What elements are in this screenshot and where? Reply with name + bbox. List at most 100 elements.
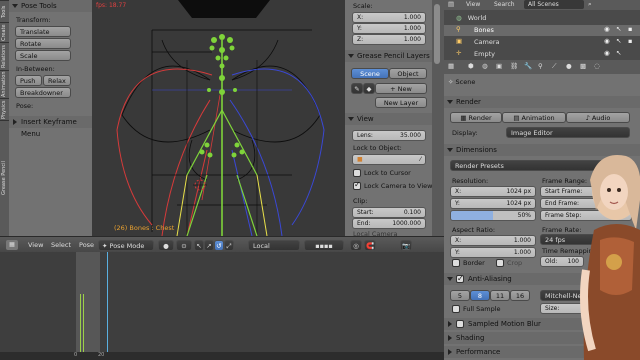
gp-datablock-icon[interactable]: ◆ [363,83,375,94]
new-layer-button[interactable]: New Layer [375,97,427,108]
eye-icon[interactable]: ◉ [604,25,610,33]
modifiers-tab-icon[interactable]: 🔧 [524,62,532,70]
view-header[interactable]: View [345,113,432,125]
render-panel-header[interactable]: Render [444,96,640,108]
object-toggle[interactable]: Object [389,68,427,79]
tab-grease-pencil[interactable]: Grease Pencil [0,120,9,236]
audio-button[interactable]: ♪ Audio [566,112,630,123]
eyedropper-icon[interactable]: ⁄ [420,155,421,164]
insert-keyframe-header[interactable]: Insert Keyframe Menu [9,116,92,138]
object-tab-icon[interactable]: ▣ [496,62,502,70]
menu-view[interactable]: View [28,241,43,249]
texture-tab-icon[interactable]: ▩ [580,62,586,70]
data-tab-icon[interactable]: ⚲ [538,62,543,70]
resolution-x-field[interactable]: X: 1024 px [450,186,536,197]
cursor-select-icon[interactable]: ↖ [616,25,621,33]
editor-type-icon[interactable]: ▦ [6,240,18,250]
layers-icon[interactable]: ▪▪▪▪ [304,240,344,251]
current-frame-line[interactable] [107,252,108,356]
lock-camera-checkbox[interactable] [353,180,361,190]
camera-render-icon[interactable]: ▪ [628,37,632,45]
material-tab-icon[interactable]: ● [566,62,572,70]
relax-button[interactable]: Relax [43,75,71,86]
outliner-menu-search[interactable]: Search [494,1,515,8]
scene-toggle[interactable]: Scene [351,68,389,79]
lock-cursor-checkbox[interactable] [353,169,361,177]
resolution-percentage-field[interactable]: 50% [450,210,536,221]
3d-viewport[interactable]: fps: 18.77 (26) Bones : Chest [92,0,345,236]
eye-icon[interactable]: ◉ [604,49,610,57]
crop-checkbox[interactable] [496,259,504,267]
aa-samples-16[interactable]: 16 [510,290,530,301]
rotate-manipulator-icon[interactable]: ↺ [214,240,224,251]
physics-tab-icon[interactable]: ◌ [594,62,600,70]
menu-select[interactable]: Select [51,241,71,249]
tab-tools[interactable]: Tools [0,0,9,22]
animation-button[interactable]: ▤ Animation [502,112,566,123]
outliner-search-icon[interactable]: ⌕ [588,0,592,9]
outliner-item-camera[interactable]: ▣ Camera ◉ ↖ ▪ [444,37,640,48]
breakdowner-button[interactable]: Breakdowner [15,87,71,98]
snap-icon[interactable]: 🧲 [364,240,376,251]
aa-samples-11[interactable]: 11 [490,290,510,301]
constraints-tab-icon[interactable]: ⛓ [510,62,518,70]
translate-button[interactable]: Translate [15,26,71,37]
clip-start-field[interactable]: Start: 0.100 [352,207,426,218]
full-sample-checkbox[interactable] [452,305,460,313]
frame-label: 0 [74,352,78,358]
render-button[interactable]: ▦ Render [450,112,502,123]
shading-select[interactable]: ● [158,240,174,251]
camera-render-icon[interactable]: ▪ [628,25,632,33]
outliner-item-bones[interactable]: ⚲ Bones ◉ ↖ ▪ [444,25,640,36]
display-mode-select[interactable]: All Scenes [524,0,584,9]
lock-object-field[interactable]: ■ ⁄ [352,154,426,165]
scale-manipulator-icon[interactable]: ⤢ [224,240,234,251]
cursor-select-icon[interactable]: ↖ [616,37,621,45]
outliner-editor-icon[interactable]: ▤ [448,0,454,8]
outliner-item-world[interactable]: ◍ World [456,14,640,24]
pose-tools-header[interactable]: Pose Tools [9,0,92,12]
push-button[interactable]: Push [15,75,42,86]
aa-samples-5[interactable]: 5 [450,290,470,301]
anti-aliasing-checkbox[interactable] [456,273,464,285]
outliner-menu-view[interactable]: View [466,1,480,8]
pivot-point-select[interactable]: ⊙ [176,240,192,251]
motion-blur-checkbox[interactable] [456,320,464,328]
cursor-select-icon[interactable]: ↖ [616,49,621,57]
timeline-area[interactable]: 0 20 [0,252,444,360]
tab-create[interactable]: Create [0,22,9,42]
scale-x-field[interactable]: X: 1.000 [352,12,426,23]
manipulator-toggle-icon[interactable]: ↖ [194,240,204,251]
border-checkbox[interactable] [452,259,460,267]
clip-end-field[interactable]: End: 1000.000 [352,218,426,229]
scale-button[interactable]: Scale [15,50,71,61]
scale-y-field[interactable]: Y: 1.000 [352,23,426,34]
scrollbar-thumb[interactable] [434,4,440,64]
tab-relations[interactable]: Relations [0,42,9,70]
aspect-y-field[interactable]: Y: 1.000 [450,247,536,258]
grease-pencil-header[interactable]: Grease Pencil Layers [345,50,432,62]
tab-physics[interactable]: Physics [0,98,9,120]
scene-tab-icon[interactable]: ⬢ [468,62,474,70]
render-preview-icon[interactable]: 📷 [400,240,412,251]
menu-pose[interactable]: Pose [79,241,94,249]
proportional-edit-icon[interactable]: ◎ [350,240,362,251]
rotate-button[interactable]: Rotate [15,38,71,49]
render-tab-icon[interactable]: ▦ [448,62,454,70]
lens-field[interactable]: Lens: 35.000 [352,130,426,141]
bone-tab-icon[interactable]: ⟋ [552,62,557,71]
eye-icon[interactable]: ◉ [604,37,610,45]
gp-new-button[interactable]: + New [375,83,427,94]
outliner-item-empty[interactable]: ✛ Empty ◉ ↖ [444,49,640,60]
display-select[interactable]: Image Editor [506,127,630,138]
resolution-y-field[interactable]: Y: 1024 px [450,198,536,209]
world-tab-icon[interactable]: ◍ [482,62,488,70]
translate-manipulator-icon[interactable]: ↗ [204,240,214,251]
aa-samples-8[interactable]: 8 [470,290,490,301]
tab-animation[interactable]: Animation [0,70,9,98]
scale-z-field[interactable]: Z: 1.000 [352,34,426,45]
mode-select[interactable]: ✦ Pose Mode [98,240,154,251]
aspect-x-field[interactable]: X: 1.000 [450,235,536,246]
transform-orientation-select[interactable]: Local [248,240,300,251]
pencil-icon[interactable]: ✎ [351,83,363,94]
